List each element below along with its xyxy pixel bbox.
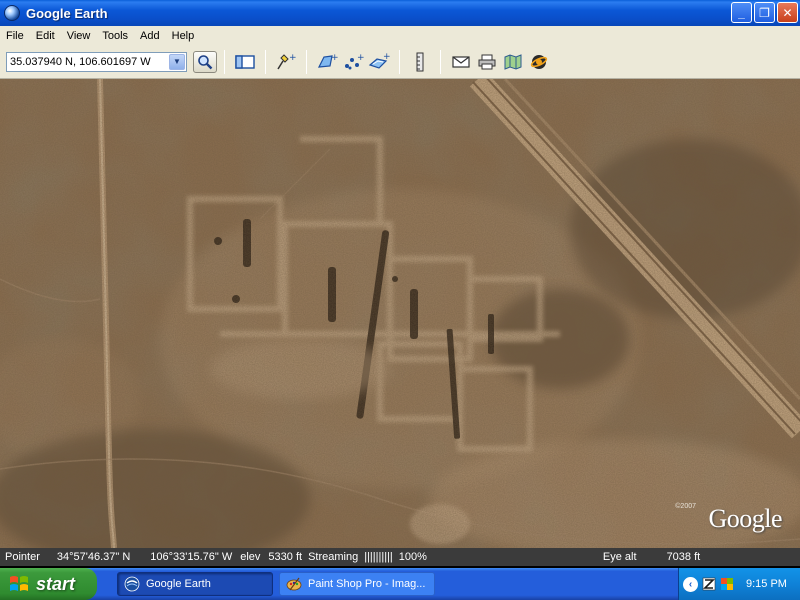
google-earth-icon <box>124 576 140 592</box>
svg-text:+: + <box>331 53 338 63</box>
menu-add[interactable]: Add <box>134 30 166 42</box>
svg-text:+: + <box>357 53 364 63</box>
title-bar[interactable]: Google Earth _ ❐ ✕ <box>0 0 800 26</box>
envelope-icon <box>452 55 470 68</box>
search-button[interactable] <box>193 50 217 73</box>
pointer-label: Pointer <box>5 551 40 563</box>
add-image-overlay-button[interactable]: + <box>368 51 390 73</box>
paint-shop-pro-icon <box>286 577 302 591</box>
streaming-progress: |||||||||| <box>364 551 393 563</box>
start-button[interactable]: start <box>0 568 97 600</box>
task-label: Paint Shop Pro - Imag... <box>308 578 426 590</box>
minimize-button[interactable]: _ <box>731 2 752 23</box>
menu-help[interactable]: Help <box>166 30 201 42</box>
sky-toggle-button[interactable] <box>528 51 550 73</box>
pointer-longitude: 106°33'15.76" W <box>150 551 233 563</box>
elevation-label: elev <box>240 551 261 563</box>
satellite-imagery <box>0 79 800 548</box>
image-overlay-icon: + <box>368 52 390 69</box>
polygon-icon: + <box>317 53 338 68</box>
zonealarm-icon[interactable] <box>702 577 716 591</box>
svg-text:+: + <box>289 53 297 63</box>
elevation-value: 5330 ft <box>268 551 303 563</box>
taskbar-item-paint-shop-pro[interactable]: Paint Shop Pro - Imag... <box>279 572 435 596</box>
taskbar: start Google Earth Paint Shop Pro - Imag… <box>0 568 800 600</box>
menu-tools[interactable]: Tools <box>96 30 134 42</box>
system-tray: ‹ 9:15 PM <box>678 568 800 600</box>
print-button[interactable] <box>476 51 498 73</box>
imagery-copyright: ©2007 <box>675 503 696 510</box>
add-placemark-button[interactable]: + <box>275 51 297 73</box>
printer-icon <box>478 54 496 69</box>
search-box: ▼ <box>6 51 187 72</box>
show-hidden-icons-button[interactable]: ‹ <box>683 576 698 592</box>
ruler-button[interactable] <box>409 51 431 73</box>
window-controls: _ ❐ ✕ <box>731 2 798 23</box>
search-icon <box>198 54 213 69</box>
toolbar-separator <box>399 49 400 74</box>
coordinates-input[interactable] <box>7 52 167 71</box>
chevron-down-icon[interactable]: ▼ <box>169 53 185 70</box>
add-polygon-button[interactable]: + <box>316 51 338 73</box>
task-label: Google Earth <box>146 578 211 590</box>
toolbar-separator <box>224 49 225 74</box>
eye-alt-label: Eye alt <box>602 551 637 563</box>
google-logo: Google <box>708 504 782 533</box>
streaming-percent: 100% <box>398 551 427 563</box>
toolbar: ▼ + + + <box>0 45 800 79</box>
pointer-latitude: 34°57'46.37" N <box>56 551 131 563</box>
google-earth-icon <box>4 5 20 21</box>
menu-bar: File Edit View Tools Add Help <box>0 26 800 45</box>
close-button[interactable]: ✕ <box>777 2 798 23</box>
menu-file[interactable]: File <box>0 30 30 42</box>
clock[interactable]: 9:15 PM <box>746 578 787 590</box>
eye-alt-value: 7038 ft <box>666 551 701 563</box>
status-bar: Pointer 34°57'46.37" N 106°33'15.76" W e… <box>0 548 800 566</box>
toolbar-separator <box>440 49 441 74</box>
toolbar-separator <box>306 49 307 74</box>
sidebar-icon <box>235 54 255 69</box>
toolbar-separator <box>265 49 266 74</box>
windows-logo-icon <box>10 576 28 591</box>
menu-edit[interactable]: Edit <box>30 30 61 42</box>
google-maps-button[interactable] <box>502 51 524 73</box>
start-label: start <box>36 573 76 594</box>
add-path-button[interactable]: + <box>342 51 364 73</box>
planet-icon <box>530 54 548 69</box>
streaming-label: Streaming <box>308 551 359 563</box>
taskbar-item-google-earth[interactable]: Google Earth <box>117 572 273 596</box>
svg-text:+: + <box>383 52 390 62</box>
window-title: Google Earth <box>26 5 108 21</box>
email-button[interactable] <box>450 51 472 73</box>
placemark-icon: + <box>277 53 297 69</box>
windows-flag-icon[interactable] <box>720 577 734 591</box>
menu-view[interactable]: View <box>61 30 97 42</box>
earth-view[interactable]: ©2007 Google <box>0 79 800 548</box>
maximize-button[interactable]: ❐ <box>754 2 775 23</box>
sidebar-toggle-button[interactable] <box>234 51 256 73</box>
path-icon: + <box>345 53 364 69</box>
ruler-icon <box>416 52 424 71</box>
map-icon <box>504 53 522 70</box>
